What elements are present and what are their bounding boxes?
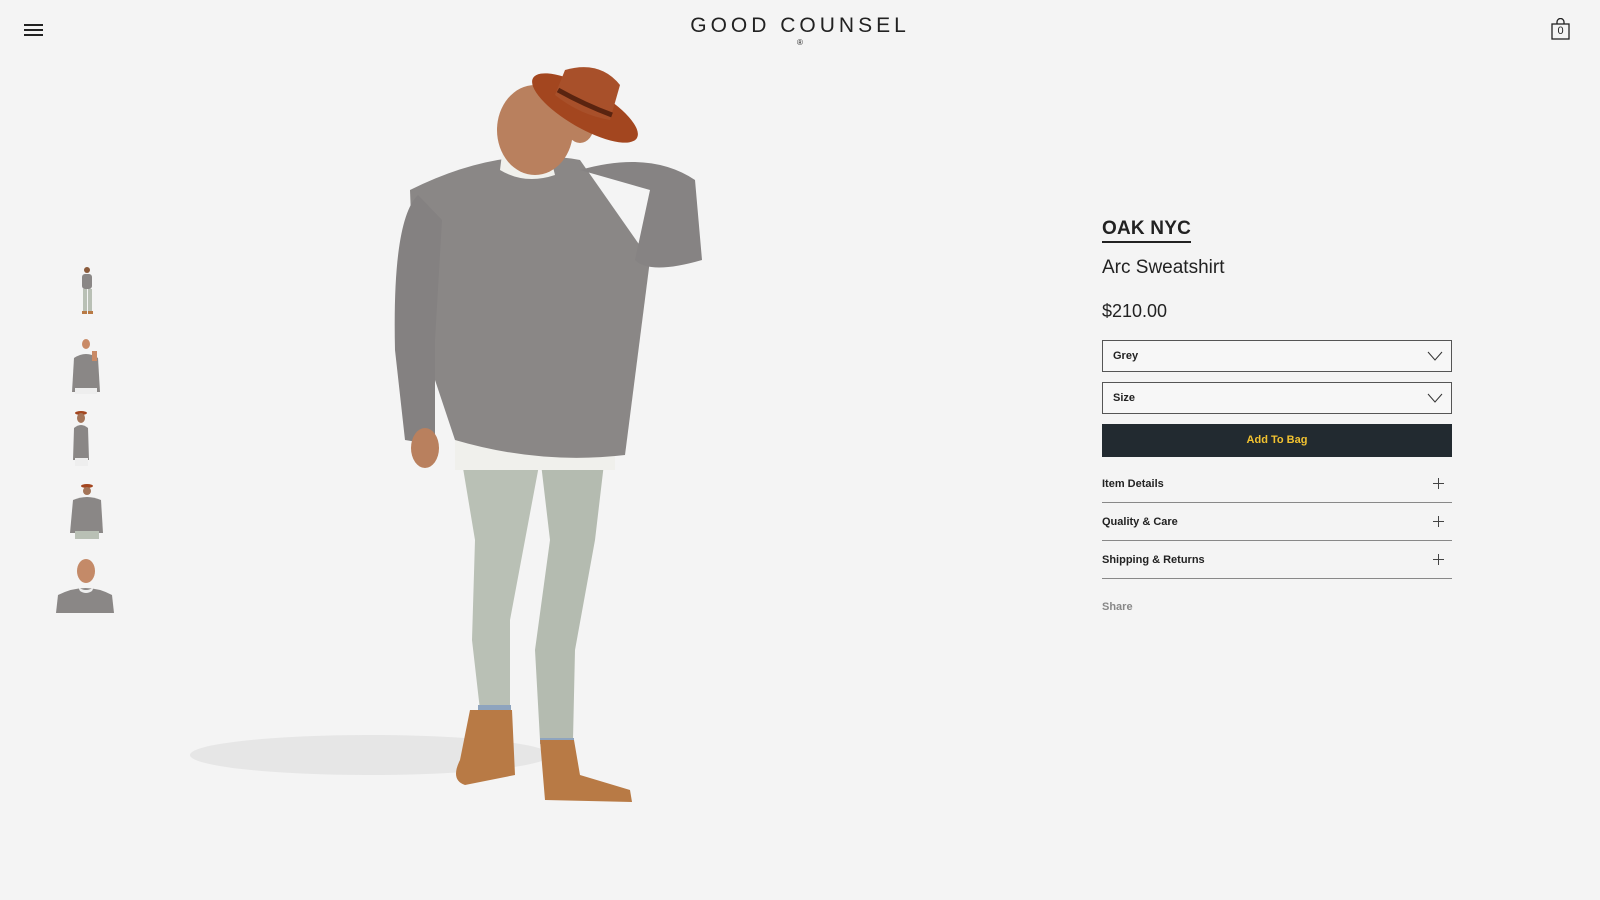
registered-mark: ® xyxy=(797,38,803,47)
thumbnail-back-view[interactable] xyxy=(56,483,116,541)
accordion-label: Shipping & Returns xyxy=(1102,554,1205,566)
chevron-down-icon xyxy=(1427,351,1443,361)
bag-count: 0 xyxy=(1557,25,1564,37)
accordion-item-details[interactable]: Item Details xyxy=(1102,465,1452,503)
size-select[interactable]: Size xyxy=(1102,382,1452,414)
product-hero-image xyxy=(180,60,780,830)
chevron-down-icon xyxy=(1427,393,1443,403)
product-page: GOOD COUNSEL ® 0 OAK NYC Arc Sweatshirt … xyxy=(0,0,1600,900)
plus-icon xyxy=(1433,478,1444,489)
accordion-shipping-returns[interactable]: Shipping & Returns xyxy=(1102,541,1452,579)
accordion-quality-care[interactable]: Quality & Care xyxy=(1102,503,1452,541)
color-select[interactable]: Grey xyxy=(1102,340,1452,372)
plus-icon xyxy=(1433,554,1444,565)
thumbnail-full-body-front[interactable] xyxy=(56,265,116,323)
site-logo[interactable]: GOOD COUNSEL ® xyxy=(0,14,1600,47)
shopping-bag-button[interactable]: 0 xyxy=(1551,18,1570,40)
product-info-panel: OAK NYC Arc Sweatshirt $210.00 Grey Size… xyxy=(1102,218,1452,613)
share-link[interactable]: Share xyxy=(1102,601,1452,613)
product-price: $210.00 xyxy=(1102,301,1168,321)
plus-icon xyxy=(1433,516,1444,527)
thumbnail-upper-body-front[interactable] xyxy=(56,338,116,396)
thumbnail-close-up[interactable] xyxy=(56,555,116,613)
size-select-value: Size xyxy=(1113,392,1136,404)
logo-text: GOOD COUNSEL xyxy=(690,14,910,37)
product-name: Arc Sweatshirt xyxy=(1102,257,1225,278)
thumbnail-side-profile[interactable] xyxy=(56,410,116,468)
color-select-value: Grey xyxy=(1113,350,1139,362)
accordion-label: Quality & Care xyxy=(1102,516,1178,528)
brand-link[interactable]: OAK NYC xyxy=(1102,218,1192,243)
accordion-label: Item Details xyxy=(1102,478,1164,490)
add-to-bag-button[interactable]: Add To Bag xyxy=(1102,424,1452,457)
accordion: Item Details Quality & Care Shipping & R… xyxy=(1102,465,1452,579)
